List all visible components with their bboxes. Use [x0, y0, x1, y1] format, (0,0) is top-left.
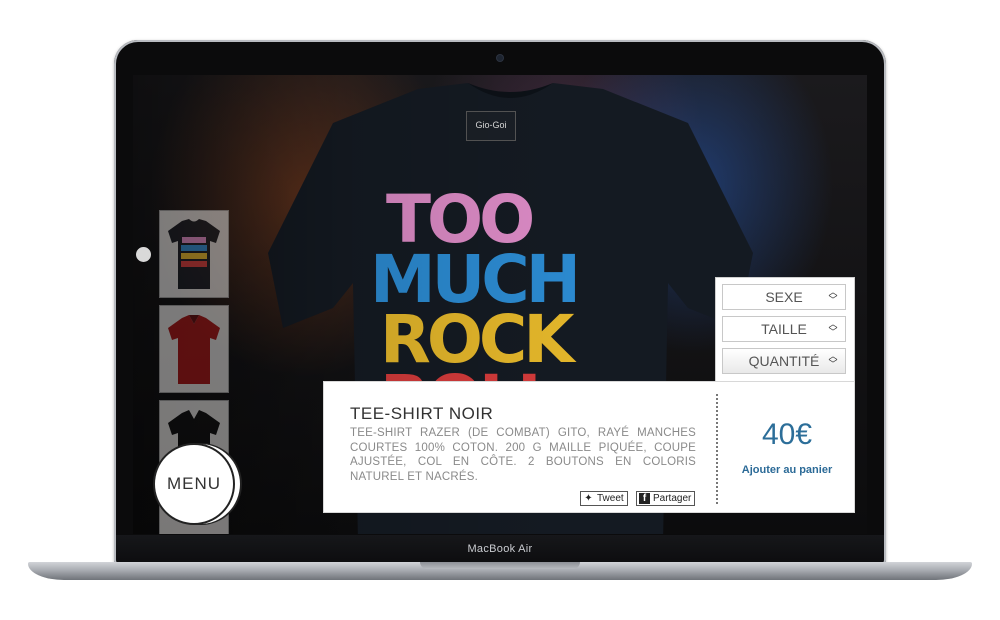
thumbnail-image	[164, 215, 224, 293]
menu-button[interactable]: MENU	[153, 443, 235, 525]
facebook-share-button[interactable]: f Partager	[636, 491, 696, 506]
chevron-up-down-icon: ︿ ﹀	[828, 287, 838, 305]
facebook-share-label: Partager	[653, 493, 692, 504]
product-description: TEE-SHIRT RAZER (DE COMBAT) GITO, RAYÉ M…	[350, 427, 696, 483]
tweet-button[interactable]: ✦ Tweet	[580, 491, 628, 506]
product-price: 40€	[761, 418, 813, 451]
tweet-label: Tweet	[597, 493, 624, 504]
slider-dot[interactable]	[136, 247, 151, 262]
menu-label: MENU	[166, 474, 222, 493]
add-to-cart-link[interactable]: Ajouter au panier	[724, 464, 850, 476]
taille-select-label: TAILLE	[761, 321, 807, 337]
facebook-icon: f	[639, 493, 650, 504]
camera-icon	[497, 55, 503, 61]
screen: Gio-Goi TOO MUCH ROCK ROLL	[133, 75, 867, 534]
product-title: TEE-SHIRT NOIR	[350, 404, 494, 423]
thumbnail-image	[164, 310, 224, 388]
laptop-chin: MacBook Air	[116, 535, 884, 563]
product-options-panel: SEXE ︿ ﹀ TAILLE ︿ ﹀ QUANTITÉ ︿ ﹀	[715, 277, 855, 384]
laptop-notch	[420, 562, 580, 569]
sexe-select-label: SEXE	[765, 289, 803, 305]
quantite-select-label: QUANTITÉ	[748, 353, 820, 369]
twitter-bird-icon: ✦	[584, 493, 593, 504]
sexe-select[interactable]: SEXE ︿ ﹀	[722, 284, 846, 310]
product-info-card: TEE-SHIRT NOIR TEE-SHIRT RAZER (DE COMBA…	[323, 381, 855, 513]
chevron-up-down-icon: ︿ ﹀	[828, 351, 838, 369]
thumbnail-red-polo[interactable]	[159, 305, 229, 393]
device-label: MacBook Air	[467, 543, 533, 555]
chevron-up-down-icon: ︿ ﹀	[828, 319, 838, 337]
brand-tag: Gio-Goi	[466, 111, 516, 141]
card-divider	[716, 394, 718, 504]
taille-select[interactable]: TAILLE ︿ ﹀	[722, 316, 846, 342]
quantite-select[interactable]: QUANTITÉ ︿ ﹀	[722, 348, 846, 374]
thumbnail-black-print-tee[interactable]	[159, 210, 229, 298]
